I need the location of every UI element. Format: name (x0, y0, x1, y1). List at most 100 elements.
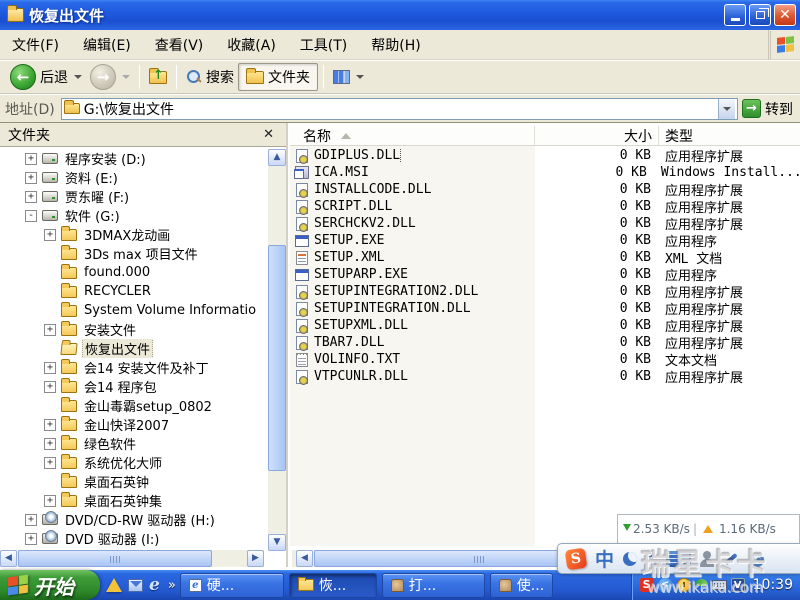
file-row-volinfo[interactable]: VOLINFO.TXT 0 KB 文本文档 (290, 351, 800, 369)
menu-item[interactable]: 查看(V) (143, 31, 216, 59)
tree-item-quartz-clock-set[interactable]: + 桌面石英钟集 (0, 491, 266, 510)
tree-item-system-volume[interactable]: System Volume Informatio (0, 301, 266, 320)
close-button[interactable]: ✕ (774, 4, 796, 26)
tree-item-3dmax[interactable]: + 3DMAX龙动画 (0, 225, 266, 244)
main-area: 文件夹 ✕ + 程序安装 (D:) + 资料 (E:) + 贾东曜 (F:) -… (0, 123, 800, 567)
search-button[interactable]: 搜索 (182, 65, 238, 89)
column-header-size[interactable]: 大小 (535, 126, 659, 145)
file-row-setupintegration2[interactable]: SETUPINTEGRATION2.DLL 0 KB 应用程序扩展 (290, 283, 800, 301)
back-dropdown-icon[interactable] (74, 75, 82, 79)
up-button[interactable] (145, 67, 171, 86)
address-dropdown-button[interactable] (718, 98, 735, 119)
menu-item[interactable]: 工具(T) (288, 31, 359, 59)
tree-item-quartz-clock[interactable]: 桌面石英钟 (0, 472, 266, 491)
scroll-up-icon[interactable]: ▲ (268, 149, 286, 166)
tree-item-drive-e[interactable]: + 资料 (E:) (0, 168, 266, 187)
user-account-icon[interactable] (700, 550, 715, 567)
task-button-shi[interactable]: 使... (489, 572, 554, 598)
tree-item-found000[interactable]: found.000 (0, 263, 266, 282)
quicklaunch-overflow-icon[interactable]: » (168, 578, 176, 593)
minimize-button[interactable] (724, 4, 746, 26)
tree-item-recycler[interactable]: RECYCLER (0, 282, 266, 301)
file-row-serchckv2[interactable]: SERCHCKV2.DLL 0 KB 应用程序扩展 (290, 215, 800, 233)
menu-item[interactable]: 文件(F) (0, 31, 71, 59)
tree-item-hui14-program[interactable]: + 会14 程序包 (0, 377, 266, 396)
app-folder-icon (7, 5, 24, 22)
tree-item-recovered-files[interactable]: 恢复出文件 (0, 339, 266, 358)
task-button-ie-page[interactable]: e 硬... (179, 572, 284, 598)
scroll-down-icon[interactable]: ▼ (268, 534, 286, 551)
tree-item-kuaiyi2007[interactable]: + 金山快译2007 (0, 415, 266, 434)
keyboard-tray-icon[interactable] (711, 580, 727, 590)
forward-dropdown-icon[interactable] (122, 75, 130, 79)
tree-item-system-optimizer[interactable]: + 系统优化大师 (0, 453, 266, 472)
outlook-express-icon[interactable] (128, 578, 143, 592)
clock-tray-icon[interactable] (676, 578, 691, 592)
start-button[interactable]: 开始 (0, 570, 100, 600)
rotate-back-tray-icon[interactable]: < (657, 577, 673, 593)
file-row-setupintegration[interactable]: SETUPINTEGRATION.DLL 0 KB 应用程序扩展 (290, 300, 800, 318)
fullwidth-moon-icon[interactable] (623, 551, 638, 566)
upload-arrow-icon (702, 525, 713, 533)
column-header-type[interactable]: 类型 (659, 126, 800, 145)
settings-wrench-icon[interactable] (748, 551, 765, 567)
menu-item[interactable]: 帮助(H) (359, 31, 432, 59)
views-button[interactable] (329, 68, 368, 86)
file-row-setupxml[interactable]: SETUPXML.DLL 0 KB 应用程序扩展 (290, 317, 800, 335)
forward-button[interactable]: → (86, 62, 134, 92)
tree-hscroll-thumb[interactable] (18, 550, 212, 567)
tree-item-drive-h[interactable]: + DVD/CD-RW 驱动器 (H:) (0, 510, 266, 529)
task-button-da[interactable]: 打... (381, 572, 485, 598)
scroll-right-icon[interactable]: ▶ (247, 550, 264, 567)
internet-explorer-icon[interactable]: e (149, 575, 160, 595)
file-type-icon (295, 268, 309, 281)
tree-horizontal-scrollbar[interactable]: ◀ ▶ (0, 550, 264, 567)
file-row-tbar7[interactable]: TBAR7.DLL 0 KB 应用程序扩展 (290, 334, 800, 352)
file-type-icon (296, 318, 308, 334)
tree-vertical-scrollbar[interactable]: ▲ ▼ (268, 149, 286, 551)
file-row-ica[interactable]: ICA.MSI 0 KB Windows Install... (290, 164, 800, 181)
file-row-installcode[interactable]: INSTALLCODE.DLL 0 KB 应用程序扩展 (290, 181, 800, 199)
sogou-logo-icon[interactable]: S (564, 547, 588, 570)
folders-panel-close-icon[interactable]: ✕ (259, 127, 278, 142)
sogou-tray-icon[interactable]: S (639, 578, 654, 592)
back-button[interactable]: ← 后退 (6, 62, 86, 92)
restore-icon (755, 8, 769, 19)
file-row-setup-xml[interactable]: SETUP.XML 0 KB XML 文档 (290, 249, 800, 267)
file-row-gdiplus[interactable]: GDIPLUS.DLL 0 KB 应用程序扩展 (290, 147, 800, 165)
menu-item[interactable]: 收藏(A) (215, 31, 288, 59)
folders-button[interactable]: 文件夹 (238, 63, 318, 91)
download-speed: 2.53 KB/s (633, 522, 690, 536)
rising-antivirus-tray-icon[interactable] (694, 578, 708, 592)
flashget-icon[interactable] (106, 578, 122, 592)
soft-keyboard-icon[interactable] (666, 550, 692, 567)
tree-item-drive-i[interactable]: + DVD 驱动器 (I:) (0, 529, 266, 548)
scroll-left-icon[interactable]: ◀ (0, 550, 17, 567)
file-row-script[interactable]: SCRIPT.DLL 0 KB 应用程序扩展 (290, 198, 800, 216)
tree-item-green-software[interactable]: + 绿色软件 (0, 434, 266, 453)
task-button-recovered-folder[interactable]: 恢... (288, 572, 377, 598)
tree-item-drive-d[interactable]: + 程序安装 (D:) (0, 149, 266, 168)
scroll-left-icon[interactable]: ◀ (296, 550, 313, 567)
tree-item-drive-f[interactable]: + 贾东曜 (F:) (0, 187, 266, 206)
column-header-name[interactable]: 名称 (290, 126, 535, 145)
chinese-mode-icon[interactable]: 中 (595, 545, 614, 572)
file-row-setup-exe[interactable]: SETUP.EXE 0 KB 应用程序 (290, 232, 800, 250)
volume-v-tray-icon[interactable]: V (730, 578, 745, 592)
tree-item-duba-setup[interactable]: 金山毒霸setup_0802 (0, 396, 266, 415)
tree-item-hui14-install[interactable]: + 会14 安装文件及补丁 (0, 358, 266, 377)
tree-item-install-files[interactable]: + 安装文件 (0, 320, 266, 339)
restore-button[interactable] (749, 4, 771, 26)
tree-item-3dsmax-project[interactable]: 3Ds max 项目文件 (0, 244, 266, 263)
address-input[interactable]: G:\恢复出文件 (60, 97, 738, 120)
file-type-icon (296, 148, 308, 164)
skin-brush-icon[interactable] (723, 551, 739, 567)
file-row-vtpcunlr[interactable]: VTPCUNLR.DLL 0 KB 应用程序扩展 (290, 368, 800, 386)
file-type-icon (296, 182, 308, 198)
go-button[interactable]: → 转到 (742, 99, 797, 119)
file-row-setuparp[interactable]: SETUPARP.EXE 0 KB 应用程序 (290, 266, 800, 284)
tree-item-drive-g[interactable]: - 软件 (G:) (0, 206, 266, 225)
punctuation-mode-icon[interactable]: °, (646, 550, 658, 568)
tree-vscroll-thumb[interactable] (268, 245, 286, 471)
menu-item[interactable]: 编辑(E) (71, 31, 143, 59)
